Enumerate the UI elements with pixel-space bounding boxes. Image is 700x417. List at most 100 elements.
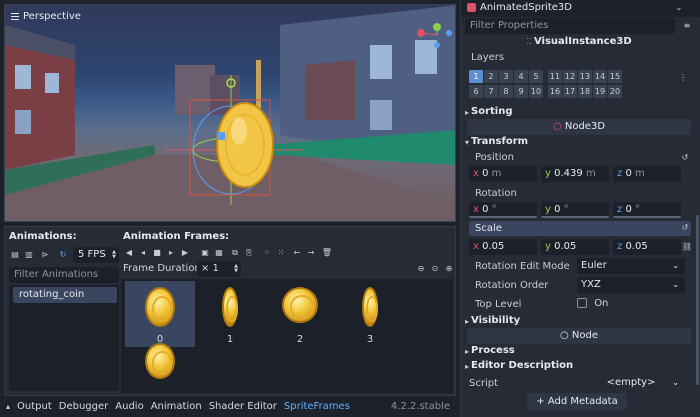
- play-icon[interactable]: ▸: [165, 247, 177, 259]
- fps-spinbox[interactable]: 5 FPS ▲ ▼: [73, 247, 119, 263]
- add-frame-file-icon[interactable]: ▣: [199, 247, 211, 259]
- inspector-options-icon[interactable]: ≡: [681, 20, 693, 32]
- collapse-icon[interactable]: ▾: [465, 138, 469, 147]
- layer-cell[interactable]: 8: [499, 85, 513, 98]
- more-icon[interactable]: ⋮: [677, 72, 689, 84]
- revert-icon[interactable]: ↺: [679, 222, 691, 234]
- chevron-down-icon: ⌄: [672, 378, 679, 387]
- paste-frame-icon[interactable]: ⎘: [243, 247, 255, 259]
- layer-cell[interactable]: 17: [563, 85, 577, 98]
- collapse-icon[interactable]: ▸: [465, 362, 469, 371]
- inspected-node[interactable]: AnimatedSprite3D: [467, 2, 572, 13]
- play-from-start-icon[interactable]: ▶: [179, 247, 191, 259]
- collapse-icon[interactable]: ▸: [465, 317, 469, 326]
- layer-cell[interactable]: 19: [593, 85, 607, 98]
- scale-x-field[interactable]: x 0.05: [469, 239, 537, 255]
- tab-animation[interactable]: Animation: [151, 401, 202, 412]
- zoom-reset-icon[interactable]: ⊙: [429, 263, 441, 275]
- frame-thumbnail[interactable]: 0: [125, 281, 195, 347]
- layer-cell[interactable]: 5: [529, 70, 543, 83]
- play-backwards-icon[interactable]: ◂: [137, 247, 149, 259]
- tab-output[interactable]: Output: [17, 401, 52, 412]
- layer-cell[interactable]: 3: [499, 70, 513, 83]
- move-right-icon[interactable]: →: [305, 247, 317, 259]
- process-section[interactable]: Process: [471, 345, 515, 356]
- 3d-viewport[interactable]: Perspective: [4, 4, 456, 222]
- rotation-x-field[interactable]: x 0 °: [469, 202, 537, 218]
- link-icon[interactable]: ⛓: [681, 241, 693, 253]
- add-metadata-button[interactable]: + Add Metadata: [527, 393, 627, 410]
- script-label: Script: [469, 378, 499, 389]
- copy-frame-icon[interactable]: ⧉: [229, 247, 241, 259]
- collapse-icon[interactable]: ▸: [465, 347, 469, 356]
- editor-description-section[interactable]: Editor Description: [471, 360, 573, 371]
- frame-thumbnail[interactable]: 3: [335, 281, 405, 347]
- scale-row-highlight[interactable]: Scale ↺: [469, 221, 691, 236]
- filter-animations-input[interactable]: Filter Animations: [9, 267, 119, 283]
- layer-cell[interactable]: 7: [484, 85, 498, 98]
- inspector-scrollbar[interactable]: [696, 215, 699, 385]
- scale-y-field[interactable]: y 0.05: [541, 239, 609, 255]
- autoplay-icon[interactable]: ⊳: [39, 249, 51, 261]
- rotation-y-field[interactable]: y 0 °: [541, 202, 609, 218]
- scene-render: [5, 5, 455, 221]
- category-title: Node: [571, 330, 598, 341]
- coin-sprite: [222, 287, 238, 327]
- layer-cell[interactable]: 2: [484, 70, 498, 83]
- layer-cell[interactable]: 11: [548, 70, 562, 83]
- viewport-menu[interactable]: Perspective: [11, 11, 81, 22]
- layer-cell[interactable]: 10: [529, 85, 543, 98]
- zoom-out-icon[interactable]: ⊖: [415, 263, 427, 275]
- zoom-in-icon[interactable]: ⊕: [443, 263, 455, 275]
- scale-z-field[interactable]: z 0.05: [613, 239, 681, 255]
- chevron-down-icon[interactable]: ⌄: [673, 2, 685, 14]
- layer-cell[interactable]: 16: [548, 85, 562, 98]
- add-frame-sheet-icon[interactable]: ▦: [213, 247, 225, 259]
- layer-cell[interactable]: 20: [608, 85, 622, 98]
- visibility-section[interactable]: Visibility: [471, 315, 520, 326]
- script-field[interactable]: <empty> ⌄: [577, 375, 685, 391]
- panel-toggle-icon[interactable]: ▴: [6, 402, 10, 411]
- inspector-panel: AnimatedSprite3D ⌄ Filter Properties ≡ ⁚…: [460, 0, 700, 417]
- layers-grid: 1 2 3 4 5 11 12 13 14 15 6 7 8 9 10 16 17 18 19 20: [469, 70, 641, 100]
- stop-icon[interactable]: ■: [151, 247, 163, 259]
- new-animation-icon[interactable]: ▤: [9, 249, 21, 261]
- insert-after-icon[interactable]: ⁙: [275, 247, 287, 259]
- frame-duration-spinbox[interactable]: × 1 ▲ ▼: [197, 261, 241, 277]
- position-y-field[interactable]: y 0.439 m: [541, 166, 609, 182]
- frame-thumbnail[interactable]: 4: [125, 343, 195, 393]
- loop-icon[interactable]: ↻: [57, 249, 69, 261]
- play-backwards-from-end-icon[interactable]: ◀: [123, 247, 135, 259]
- tab-shader-editor[interactable]: Shader Editor: [209, 401, 277, 412]
- insert-before-icon[interactable]: ⁘: [261, 247, 273, 259]
- tab-debugger[interactable]: Debugger: [59, 401, 109, 412]
- revert-icon[interactable]: ↺: [679, 152, 691, 164]
- rotation-order-select[interactable]: YXZ ⌄: [577, 277, 685, 293]
- position-z-field[interactable]: z 0 m: [613, 166, 681, 182]
- layer-cell[interactable]: 1: [469, 70, 483, 83]
- frame-thumbnail[interactable]: 2: [265, 281, 335, 347]
- layer-cell[interactable]: 14: [593, 70, 607, 83]
- layer-cell[interactable]: 15: [608, 70, 622, 83]
- position-x-field[interactable]: x 0 m: [469, 166, 537, 182]
- top-level-checkbox[interactable]: On: [577, 298, 627, 312]
- tab-audio[interactable]: Audio: [115, 401, 143, 412]
- rotation-edit-mode-select[interactable]: Euler ⌄: [577, 258, 685, 274]
- sorting-section[interactable]: Sorting: [471, 106, 513, 117]
- tab-spriteframes[interactable]: SpriteFrames: [284, 401, 350, 412]
- delete-frame-icon[interactable]: 🗑: [321, 247, 333, 259]
- layer-cell[interactable]: 9: [514, 85, 528, 98]
- frame-thumbnail[interactable]: 1: [195, 281, 265, 347]
- collapse-icon[interactable]: ▸: [465, 108, 469, 117]
- layer-cell[interactable]: 4: [514, 70, 528, 83]
- transform-section[interactable]: Transform: [471, 136, 528, 147]
- layer-cell[interactable]: 6: [469, 85, 483, 98]
- rotation-z-field[interactable]: z 0 °: [613, 202, 681, 218]
- layer-cell[interactable]: 18: [578, 85, 592, 98]
- delete-animation-icon[interactable]: ▥: [23, 249, 35, 261]
- move-left-icon[interactable]: ←: [291, 247, 303, 259]
- layer-cell[interactable]: 13: [578, 70, 592, 83]
- list-item[interactable]: rotating_coin: [13, 287, 117, 303]
- layer-cell[interactable]: 12: [563, 70, 577, 83]
- filter-properties-input[interactable]: Filter Properties: [465, 18, 675, 34]
